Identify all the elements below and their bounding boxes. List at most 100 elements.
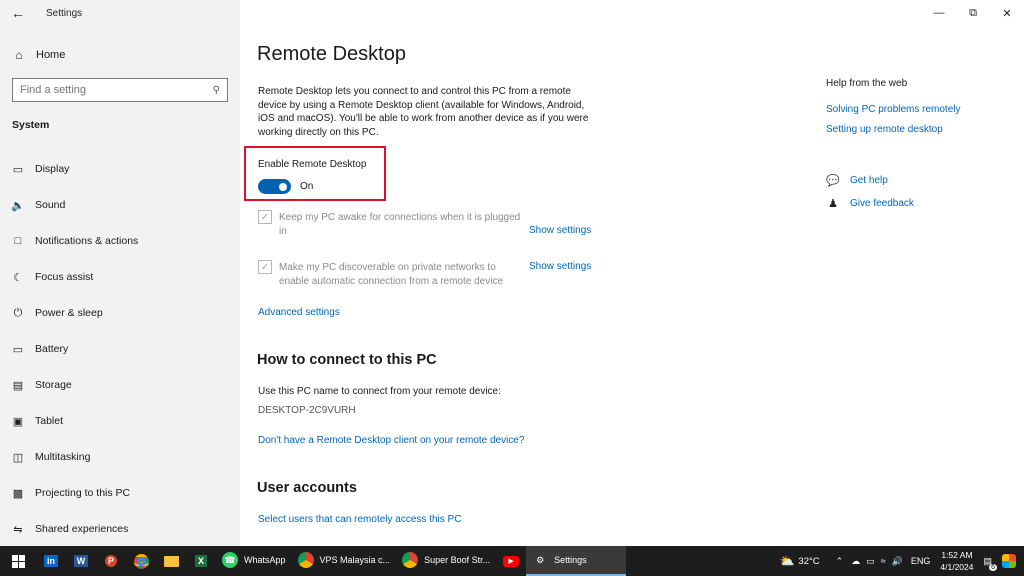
home-icon: ⌂ — [15, 48, 23, 62]
system-tray: ⛅ 32°C ⌃ ☁ ▭ ≈ 🔊 ENG 1:52 AM 4/1/2024 ▤ 6 — [779, 546, 1024, 576]
chrome-icon — [402, 552, 419, 568]
how-to-connect-text: Use this PC name to connect from your re… — [258, 386, 501, 397]
sidebar-item-label: Storage — [35, 379, 72, 391]
onedrive-icon[interactable]: ☁ — [851, 556, 860, 567]
start-windows-icon[interactable] — [0, 546, 36, 576]
search-icon[interactable]: ⚲ — [213, 85, 220, 96]
taskbar-app-chrome-superboof[interactable]: Super Boof Str... — [396, 546, 496, 576]
sidebar-item-label: Shared experiences — [35, 523, 129, 535]
sound-icon: 🔈 — [11, 199, 25, 212]
powerpoint-icon[interactable]: P — [96, 546, 126, 576]
taskbar-app-label: VPS Malaysia c... — [319, 555, 391, 565]
chrome-icon[interactable] — [126, 546, 156, 576]
restore-icon[interactable]: ⧉ — [956, 0, 990, 26]
sidebar-item-power-sleep[interactable]: ⏻ Power & sleep — [0, 295, 240, 331]
back-arrow-icon[interactable]: ← — [0, 0, 36, 26]
sidebar-item-shared-experiences[interactable]: ⇋ Shared experiences — [0, 511, 240, 547]
intro-text: Remote Desktop lets you connect to and c… — [258, 86, 589, 138]
taskbar-app-label: WhatsApp — [244, 555, 286, 565]
sidebar-item-notifications[interactable]: □ Notifications & actions — [0, 223, 240, 259]
temperature[interactable]: 32°C — [798, 556, 819, 567]
sidebar-item-projecting[interactable]: ▩ Projecting to this PC — [0, 475, 240, 511]
sidebar-item-battery[interactable]: ▭ Battery — [0, 331, 240, 367]
enable-remote-desktop-label: Enable Remote Desktop — [258, 159, 367, 170]
chrome-icon — [297, 552, 314, 568]
word-icon[interactable]: W — [66, 546, 96, 576]
linkedin-icon[interactable]: in — [36, 546, 66, 576]
home-nav-item[interactable]: ⌂ Home — [0, 42, 240, 68]
keep-awake-checkbox[interactable]: ✓ — [258, 210, 272, 224]
taskbar: in W P X ☎ WhatsApp VPS Malaysia c... Su… — [0, 546, 1024, 576]
notifications-icon: □ — [14, 235, 22, 247]
weather-icon[interactable]: ⛅ — [779, 554, 794, 568]
sidebar-item-display[interactable]: ▭ Display — [0, 151, 240, 187]
sidebar-item-multitasking[interactable]: ◫ Multitasking — [0, 439, 240, 475]
excel-icon[interactable]: X — [186, 546, 216, 576]
minimize-icon[interactable]: — — [922, 0, 956, 26]
battery-icon: ▭ — [12, 343, 24, 356]
sidebar-item-label: Sound — [35, 199, 66, 211]
feedback-icon: ♟ — [828, 198, 838, 210]
youtube-icon[interactable]: ▶ — [496, 546, 526, 576]
projecting-icon: ▩ — [12, 487, 24, 500]
power-icon: ⏻ — [13, 306, 23, 319]
whatsapp-icon: ☎ — [222, 552, 238, 568]
search-box[interactable]: ⚲ — [12, 78, 228, 102]
language-indicator[interactable]: ENG — [911, 556, 931, 566]
wifi-icon[interactable]: ≈ — [881, 556, 886, 566]
no-client-link[interactable]: Don't have a Remote Desktop client on yo… — [258, 435, 525, 446]
discoverable-show-settings-link[interactable]: Show settings — [529, 261, 591, 272]
focus-assist-icon: ☾ — [13, 271, 23, 284]
give-feedback-label: Give feedback — [850, 198, 914, 209]
advanced-settings-link[interactable]: Advanced settings — [258, 307, 340, 318]
select-users-link[interactable]: Select users that can remotely access th… — [258, 514, 461, 525]
notification-center-icon[interactable]: ▤ 6 — [983, 556, 997, 571]
sidebar-item-label: Notifications & actions — [35, 235, 139, 247]
pc-name: DESKTOP-2C9VURH — [258, 405, 356, 416]
how-to-connect-heading: How to connect to this PC — [257, 352, 437, 368]
help-link-solving-pc-problems[interactable]: Solving PC problems remotely — [826, 104, 961, 115]
notification-count-badge: 6 — [989, 563, 997, 571]
main-content: — ⧉ ✕ Remote Desktop Remote Desktop lets… — [240, 0, 1024, 546]
sidebar-item-label: Multitasking — [35, 451, 91, 463]
discoverable-checkbox[interactable]: ✓ — [258, 260, 272, 274]
taskbar-app-label: Settings — [554, 555, 587, 565]
file-explorer-icon[interactable] — [156, 546, 186, 576]
sidebar-item-label: Focus assist — [35, 271, 94, 283]
clock-time: 1:52 AM — [941, 550, 973, 560]
user-accounts-heading: User accounts — [257, 480, 357, 496]
close-icon[interactable]: ✕ — [990, 0, 1024, 26]
battery-icon[interactable]: ▭ — [866, 556, 875, 567]
taskbar-app-settings[interactable]: ⚙ Settings — [526, 546, 627, 576]
gear-icon: ⚙ — [536, 554, 545, 565]
search-input[interactable] — [20, 84, 200, 96]
copilot-icon[interactable] — [1002, 554, 1016, 568]
keep-awake-label: Keep my PC awake for connections when it… — [279, 212, 521, 237]
help-link-setting-up-remote-desktop[interactable]: Setting up remote desktop — [826, 124, 943, 135]
toggle-knob — [279, 182, 287, 191]
sidebar-item-sound[interactable]: 🔈 Sound — [0, 187, 240, 223]
chevron-up-icon[interactable]: ⌃ — [836, 556, 844, 567]
taskbar-app-chrome-vps[interactable]: VPS Malaysia c... — [292, 546, 397, 576]
enable-remote-desktop-toggle[interactable] — [258, 179, 291, 194]
sidebar-item-label: Display — [35, 163, 70, 175]
sidebar-item-storage[interactable]: ▤ Storage — [0, 367, 240, 403]
app-title: Settings — [46, 7, 83, 19]
sidebar-nav: ▭ Display 🔈 Sound □ Notifications & acti… — [0, 151, 240, 547]
sidebar-item-label: Projecting to this PC — [35, 487, 131, 499]
speaker-icon[interactable]: 🔊 — [892, 556, 903, 567]
sidebar-item-label: Tablet — [35, 415, 64, 427]
clock[interactable]: 1:52 AM 4/1/2024 — [940, 549, 973, 573]
sidebar-item-tablet[interactable]: ▣ Tablet — [0, 403, 240, 439]
get-help-link[interactable]: 💬 Get help — [826, 174, 888, 187]
tablet-icon: ▣ — [12, 415, 24, 428]
keep-awake-show-settings-link[interactable]: Show settings — [529, 225, 591, 236]
clock-date: 4/1/2024 — [940, 562, 974, 572]
discoverable-label: Make my PC discoverable on private netwo… — [279, 262, 504, 287]
multitasking-icon: ◫ — [12, 451, 24, 464]
taskbar-app-whatsapp[interactable]: ☎ WhatsApp — [216, 546, 292, 576]
give-feedback-link[interactable]: ♟ Give feedback — [826, 197, 914, 210]
sidebar-item-focus-assist[interactable]: ☾ Focus assist — [0, 259, 240, 295]
help-from-web-title: Help from the web — [826, 78, 908, 89]
taskbar-app-label: Super Boof Str... — [424, 555, 491, 565]
